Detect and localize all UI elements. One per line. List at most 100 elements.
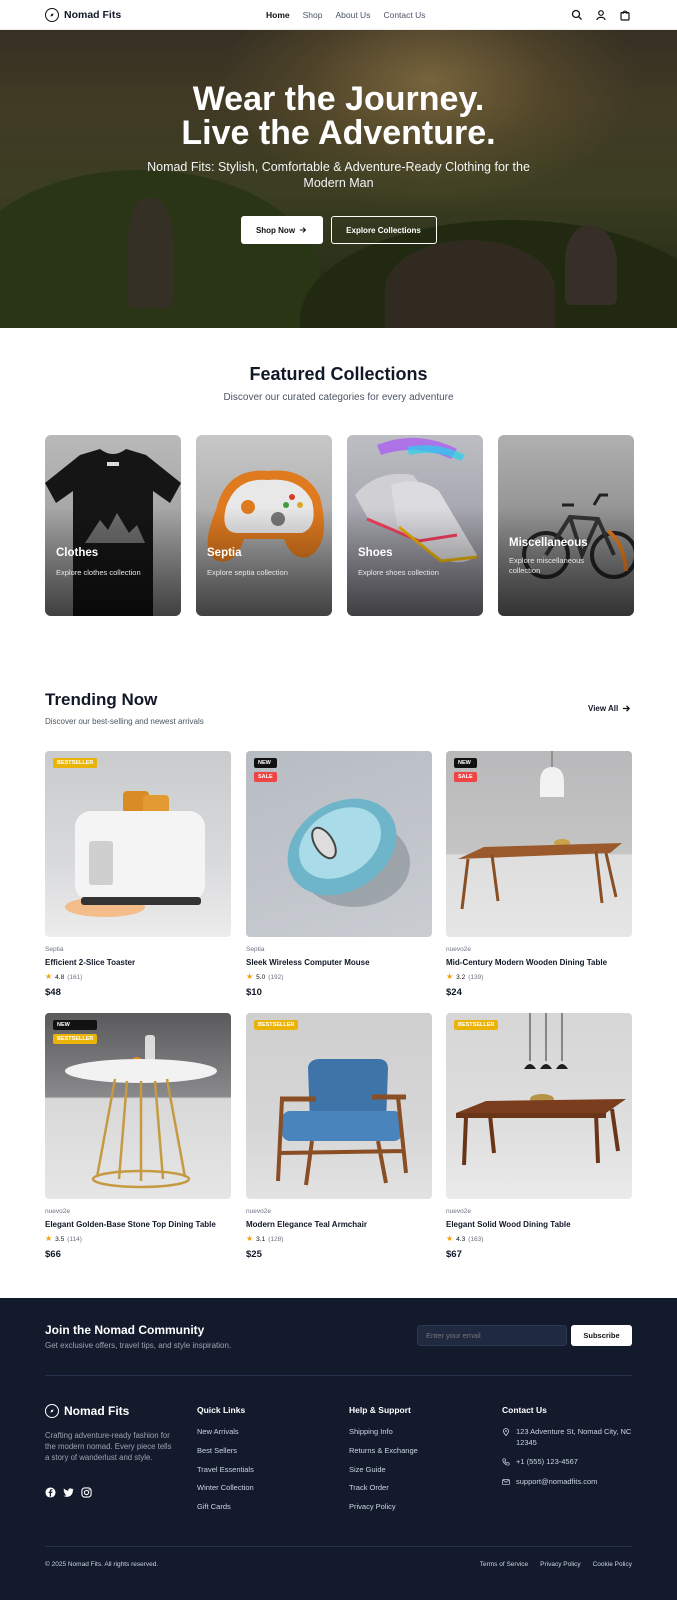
footer-contact: Contact Us 123 Adventure St, Nomad City,… (502, 1405, 637, 1496)
armchair-image (276, 1059, 408, 1186)
bestseller-badge: BESTSELLER (454, 1020, 499, 1030)
newsletter-email-input[interactable] (417, 1325, 567, 1346)
product-brand: nuevo2e (246, 1208, 271, 1215)
product-image[interactable]: BESTSELLER (246, 1013, 432, 1199)
user-icon[interactable] (595, 9, 607, 21)
card-subtitle: Explore septia collection (207, 568, 288, 577)
product-card[interactable]: BESTSELLER nuevo2e Modern Elegance Teal … (246, 1013, 432, 1260)
product-card[interactable]: NEW SALE Septia Sleek Wireless Computer … (246, 751, 432, 998)
product-name[interactable]: Mid-Century Modern Wooden Dining Table (446, 958, 632, 967)
nav-link-about[interactable]: About Us (335, 10, 370, 20)
explore-collections-button[interactable]: Explore Collections (330, 216, 437, 244)
footer-link-winter-collection[interactable]: Winter Collection (197, 1483, 254, 1502)
nav-link-home[interactable]: Home (266, 10, 290, 20)
card-title: Shoes (358, 547, 393, 559)
footer-divider (45, 1546, 632, 1547)
collection-card-septia[interactable]: Septia Explore septia collection (196, 435, 332, 616)
contact-phone[interactable]: +1 (555) 123-4567 (502, 1457, 637, 1468)
collection-card-clothes[interactable]: Clothes Explore clothes collection (45, 435, 181, 616)
newsletter-title: Join the Nomad Community (45, 1323, 205, 1337)
card-overlay (498, 435, 634, 616)
product-name[interactable]: Modern Elegance Teal Armchair (246, 1220, 432, 1229)
terms-link[interactable]: Terms of Service (480, 1561, 528, 1568)
search-icon[interactable] (571, 9, 583, 21)
view-all-link[interactable]: View All (588, 704, 631, 713)
nav-link-contact[interactable]: Contact Us (383, 10, 425, 20)
card-overlay (45, 435, 181, 616)
brand-logo[interactable]: Nomad Fits (45, 7, 122, 22)
product-image[interactable]: NEW BESTSELLER (45, 1013, 231, 1199)
footer-link-travel-essentials[interactable]: Travel Essentials (197, 1465, 254, 1484)
footer-link-new-arrivals[interactable]: New Arrivals (197, 1427, 254, 1446)
rating-value: 3.1 (256, 1235, 266, 1243)
review-count: (192) (268, 973, 284, 981)
shop-now-button[interactable]: Shop Now (240, 216, 323, 244)
copyright: © 2025 Nomad Fits. All rights reserved. (45, 1561, 159, 1568)
footer-link-returns-exchange[interactable]: Returns & Exchange (349, 1446, 418, 1465)
nav-link-shop[interactable]: Shop (303, 10, 323, 20)
product-card[interactable]: NEW SALE nuevo2e Mid-Century Modern Wood… (446, 751, 632, 998)
hero-banner: Wear the Journey. Live the Adventure. No… (0, 30, 677, 328)
twitter-icon[interactable] (63, 1487, 74, 1498)
bestseller-badge: BESTSELLER (53, 758, 98, 768)
brand-name: Nomad Fits (64, 8, 122, 21)
product-brand: nuevo2e (45, 1208, 70, 1215)
product-rating: ★ 4.8 (161) (45, 973, 231, 981)
shop-now-label: Shop Now (255, 225, 296, 235)
product-image[interactable]: BESTSELLER (45, 751, 231, 937)
collection-card-shoes[interactable]: Shoes Explore shoes collection (347, 435, 483, 616)
star-icon: ★ (446, 1234, 454, 1243)
view-all-label: View All (588, 704, 619, 713)
card-title: Miscellaneous (509, 537, 588, 549)
social-links (45, 1487, 92, 1498)
product-name[interactable]: Elegant Solid Wood Dining Table (446, 1220, 632, 1229)
footer-quick-links: Quick Links New Arrivals Best Sellers Tr… (197, 1405, 254, 1521)
contact-phone-text: +1 (555) 123-4567 (516, 1457, 578, 1466)
review-count: (114) (67, 1235, 82, 1243)
footer-link-privacy-policy[interactable]: Privacy Policy (349, 1502, 418, 1521)
product-name[interactable]: Sleek Wireless Computer Mouse (246, 958, 432, 967)
badge-group: BESTSELLER (254, 1020, 299, 1030)
instagram-icon[interactable] (81, 1487, 92, 1498)
cart-icon[interactable] (619, 9, 631, 21)
footer-link-best-sellers[interactable]: Best Sellers (197, 1446, 254, 1465)
trending-subtitle: Discover our best-selling and newest arr… (45, 717, 204, 726)
footer-link-track-order[interactable]: Track Order (349, 1483, 418, 1502)
product-image[interactable]: NEW SALE (446, 751, 632, 937)
footer-link-gift-cards[interactable]: Gift Cards (197, 1502, 254, 1521)
collection-cards: Clothes Explore clothes collection Septi… (45, 435, 634, 616)
privacy-policy-link[interactable]: Privacy Policy (540, 1561, 580, 1568)
review-count: (139) (468, 973, 484, 981)
product-image[interactable]: NEW SALE (246, 751, 432, 937)
star-icon: ★ (446, 972, 454, 981)
footer-link-shipping-info[interactable]: Shipping Info (349, 1427, 418, 1446)
hero-title-line: Wear the Journey. (192, 80, 485, 118)
subscribe-button[interactable]: Subscribe (571, 1325, 632, 1346)
product-price: $48 (45, 987, 61, 998)
new-badge: NEW (53, 1020, 97, 1030)
product-card[interactable]: BESTSELLER Septia Efficient 2-Slice Toas… (45, 751, 231, 998)
footer-link-size-guide[interactable]: Size Guide (349, 1465, 418, 1484)
footer-divider (45, 1375, 632, 1376)
product-name[interactable]: Elegant Golden-Base Stone Top Dining Tab… (45, 1220, 231, 1229)
product-name[interactable]: Efficient 2-Slice Toaster (45, 958, 231, 967)
card-subtitle: Explore shoes collection (358, 568, 439, 577)
facebook-icon[interactable] (45, 1487, 56, 1498)
hero-title-line: Live the Adventure. (181, 114, 496, 152)
card-overlay (347, 435, 483, 616)
sale-badge: SALE (454, 772, 477, 782)
bestseller-badge: BESTSELLER (53, 1034, 98, 1044)
product-card[interactable]: BESTSELLER nuevo2e Elegant Solid Wood Di… (446, 1013, 632, 1260)
collection-card-miscellaneous[interactable]: Miscellaneous Explore miscellaneous coll… (498, 435, 634, 616)
cookie-policy-link[interactable]: Cookie Policy (593, 1561, 632, 1568)
review-count: (163) (468, 1235, 484, 1243)
product-brand: Septia (45, 946, 64, 953)
product-price: $25 (246, 1249, 262, 1260)
product-image[interactable]: BESTSELLER (446, 1013, 632, 1199)
contact-email[interactable]: support@nomadfits.com (502, 1477, 637, 1488)
badge-group: NEW BESTSELLER (53, 1020, 98, 1044)
new-badge: NEW (254, 758, 277, 768)
footer-brand[interactable]: Nomad Fits (45, 1404, 129, 1418)
footer-column-title: Quick Links (197, 1405, 246, 1415)
product-card[interactable]: NEW BESTSELLER nuevo2e Elegant Golden-Ba… (45, 1013, 231, 1260)
